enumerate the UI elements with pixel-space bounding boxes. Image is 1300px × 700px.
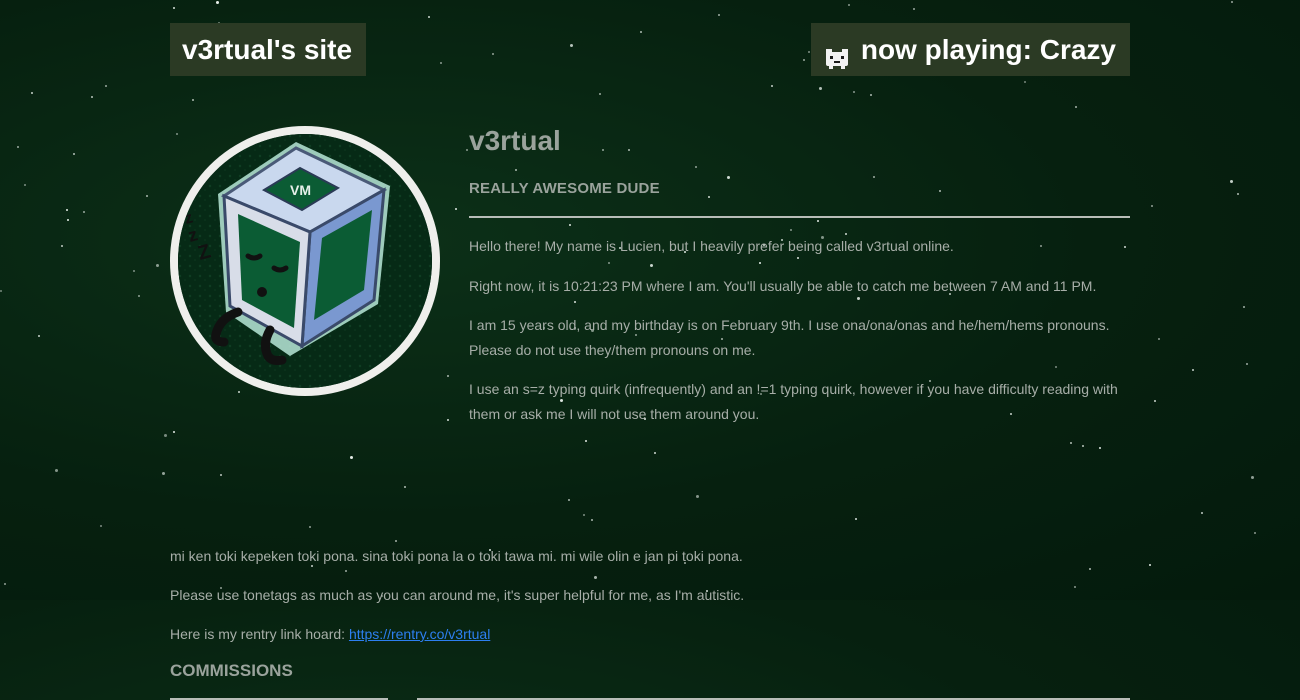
age-pronouns-paragraph: I am 15 years old, and my birthday is on… xyxy=(469,317,1110,358)
now-playing-text: now playing: Crazy xyxy=(860,34,1116,65)
star xyxy=(1154,400,1156,402)
intro-paragraph: Hello there! My name is Lucien, but I he… xyxy=(469,238,954,254)
now-playing-badge[interactable]: now playing: Crazy xyxy=(810,23,1130,76)
star xyxy=(309,526,311,528)
star xyxy=(83,211,85,213)
star xyxy=(1192,369,1194,371)
star xyxy=(38,335,40,337)
star xyxy=(654,452,656,454)
rentry-link[interactable]: https://rentry.co/v3rtual xyxy=(349,626,490,642)
svg-text:VM: VM xyxy=(290,182,311,198)
star xyxy=(848,4,850,6)
star xyxy=(428,16,430,18)
time-paragraph: Right now, it is 10:21:23 PM where I am.… xyxy=(469,278,1097,294)
star xyxy=(1231,1,1233,3)
star xyxy=(173,431,175,433)
star xyxy=(404,486,406,488)
star xyxy=(696,495,699,498)
star xyxy=(133,270,135,272)
divider xyxy=(469,216,1130,218)
star xyxy=(1151,205,1153,207)
star xyxy=(138,295,140,297)
profile-subtitle: REALLY AWESOME DUDE xyxy=(469,180,660,197)
star xyxy=(1158,338,1160,340)
star xyxy=(91,96,93,98)
star xyxy=(718,14,720,16)
star xyxy=(31,92,33,94)
star xyxy=(67,219,69,221)
profile-section: VM z z Z v3rtual REALLY AWESOME DUDE Hel… xyxy=(170,126,1130,700)
tonetags-paragraph: Please use tonetags as much as you can a… xyxy=(170,587,745,603)
rentry-paragraph: Here is my rentry link hoard: https://re… xyxy=(170,622,1130,647)
page-content: v3rtual's site now playing: Crazy VM z z… xyxy=(170,23,1130,700)
star xyxy=(66,209,68,211)
star xyxy=(1254,532,1256,534)
star xyxy=(100,525,102,527)
star xyxy=(55,469,58,472)
star xyxy=(591,519,593,521)
star xyxy=(1082,445,1084,447)
star xyxy=(1099,447,1101,449)
rentry-label: Here is my rentry link hoard: xyxy=(170,626,349,642)
star xyxy=(350,456,353,459)
star xyxy=(17,146,19,148)
star xyxy=(173,7,175,9)
star xyxy=(105,85,107,87)
star xyxy=(156,264,159,267)
star xyxy=(1149,564,1151,566)
commissions-heading: COMMISSIONS xyxy=(170,661,293,680)
star xyxy=(585,440,587,442)
star xyxy=(855,518,857,520)
profile-info: v3rtual REALLY AWESOME DUDE Hello there!… xyxy=(469,126,1130,427)
star xyxy=(216,1,219,4)
star xyxy=(1246,363,1248,365)
star xyxy=(146,195,148,197)
star xyxy=(1201,512,1203,514)
star xyxy=(1070,442,1072,444)
star xyxy=(4,583,6,585)
cat-face-icon xyxy=(823,36,851,70)
star xyxy=(0,290,2,292)
top-bar: v3rtual's site now playing: Crazy xyxy=(170,23,1130,76)
star xyxy=(1243,306,1245,308)
star xyxy=(583,514,585,516)
lower-section: mi ken toki kepeken toki pona. sina toki… xyxy=(170,544,1130,700)
star xyxy=(913,8,915,10)
avatar: VM z z Z xyxy=(170,126,440,396)
typing-quirk-paragraph: I use an s=z typing quirk (infrequently)… xyxy=(469,381,1118,422)
star xyxy=(1251,476,1254,479)
sleepy-cube-icon: VM z z Z xyxy=(178,134,432,388)
star xyxy=(73,153,75,155)
star xyxy=(568,499,570,501)
star xyxy=(395,540,397,542)
toki-pona-paragraph: mi ken toki kepeken toki pona. sina toki… xyxy=(170,548,743,564)
star xyxy=(1230,180,1233,183)
star xyxy=(1237,193,1239,195)
star xyxy=(220,474,222,476)
star xyxy=(24,184,26,186)
star xyxy=(61,245,63,247)
star xyxy=(164,434,167,437)
site-title[interactable]: v3rtual's site xyxy=(170,23,367,76)
star xyxy=(162,472,165,475)
profile-name: v3rtual xyxy=(469,125,561,156)
